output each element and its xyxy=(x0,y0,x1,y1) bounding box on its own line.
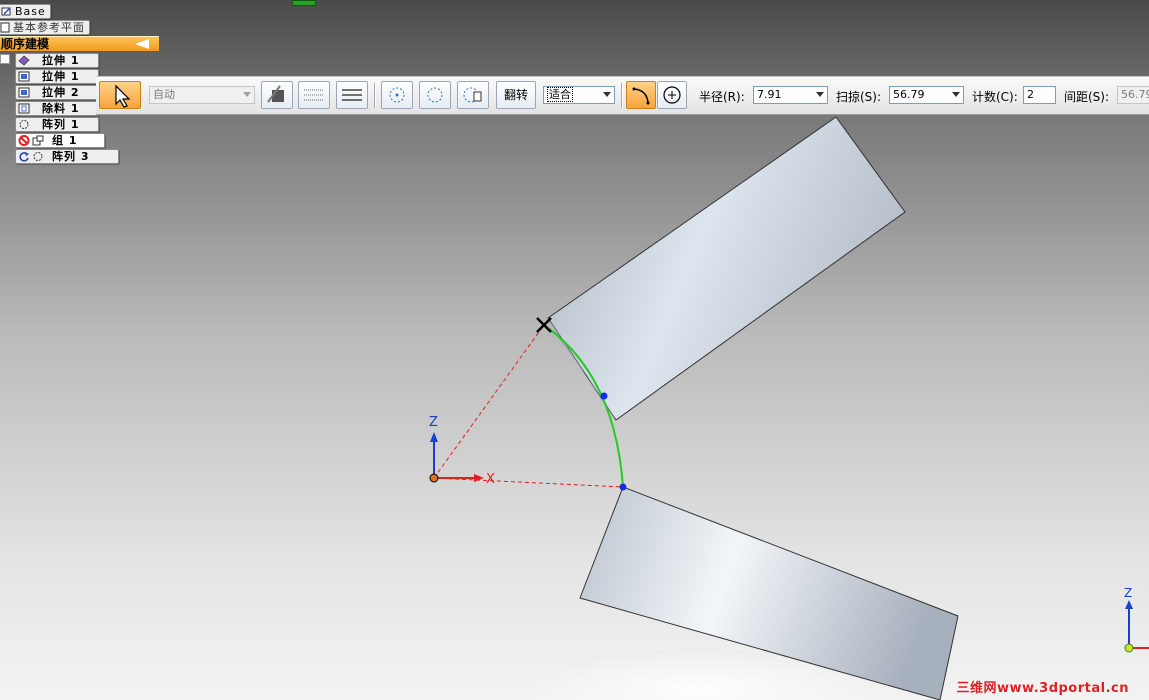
spacing-value: 56.79 xyxy=(1121,88,1149,101)
flip-button[interactable]: 翻转 xyxy=(496,81,536,109)
cursor-arrow-icon xyxy=(115,84,131,108)
count-value: 2 xyxy=(1027,88,1034,101)
chevron-down-icon xyxy=(243,92,251,97)
arc-mid-point xyxy=(600,392,608,400)
corner-z-arrow xyxy=(1125,600,1133,609)
tree-item-label: 拉伸 1 xyxy=(42,70,80,83)
radius-value: 7.91 xyxy=(757,88,782,101)
circle-pattern-button[interactable] xyxy=(657,81,687,109)
chevron-down-icon xyxy=(603,92,611,97)
cutout-icon xyxy=(18,103,30,114)
extrude-icon xyxy=(18,55,30,66)
rollback-icon xyxy=(18,151,30,162)
tree-item-label: 除料 1 xyxy=(42,102,80,115)
group-icon xyxy=(32,135,44,146)
spacing-label: 间距(S): xyxy=(1064,90,1110,104)
select-mode-value: 自动 xyxy=(153,88,175,101)
tree-ref-plane[interactable]: 基本参考平面 xyxy=(0,20,90,35)
plane-icon xyxy=(0,22,11,33)
tree-ref-plane-label: 基本参考平面 xyxy=(13,21,85,34)
triad-z-label: Z xyxy=(429,415,438,430)
arc-pattern-button[interactable] xyxy=(626,81,656,109)
spacing-field[interactable]: 56.79 xyxy=(1117,86,1149,104)
sweep-label: 扫掠(S): xyxy=(836,90,882,104)
extrude-icon xyxy=(18,71,30,82)
tree-header-sequential[interactable]: 顺序建模 xyxy=(0,36,159,51)
watermark-text: 三维网www.3dportal.cn xyxy=(956,681,1129,696)
arc-end-point xyxy=(619,483,627,491)
tree-item-extrude-1a[interactable]: 拉伸 1 xyxy=(15,53,99,68)
origin-point xyxy=(429,473,439,483)
pattern-icon xyxy=(32,151,44,162)
select-mode-dropdown[interactable]: 自动 xyxy=(149,86,255,104)
fit-option-value: 适合 xyxy=(547,87,573,102)
radius-line-end xyxy=(433,477,624,488)
pattern-option-3-button[interactable] xyxy=(457,81,489,109)
pattern-option-1-button[interactable] xyxy=(381,81,413,109)
tree-item-label: 阵列 3 xyxy=(52,150,90,163)
part-icon xyxy=(1,6,13,17)
tree-item-extrude-2[interactable]: 拉伸 2 xyxy=(15,85,99,100)
sweep-value: 56.79 xyxy=(893,88,925,101)
triad-x-arrow xyxy=(474,474,484,482)
tree-base-label: Base xyxy=(15,5,46,18)
tree-item-pattern-1[interactable]: 阵列 1 xyxy=(15,117,99,132)
flip-button-label: 翻转 xyxy=(503,88,528,102)
circle-plus-icon xyxy=(663,86,681,104)
fill-style-button[interactable] xyxy=(298,81,330,109)
tree-item-cutout-1[interactable]: 除料 1 xyxy=(15,101,99,116)
radius-field[interactable]: 7.91 xyxy=(753,86,828,104)
sketch-icon xyxy=(267,85,284,103)
triad-z-arrow xyxy=(430,432,438,442)
tree-item-label: 阵列 1 xyxy=(42,118,80,131)
tree-header-label: 顺序建模 xyxy=(1,37,50,51)
tree-item-label: 拉伸 2 xyxy=(42,86,80,99)
extrude-icon xyxy=(18,87,30,98)
dot-pattern-icon xyxy=(389,87,405,103)
dot-sheet-icon xyxy=(463,87,482,103)
dot-ring-icon xyxy=(427,87,443,103)
top-marker xyxy=(292,0,316,6)
count-label: 计数(C): xyxy=(972,90,1018,104)
fit-option-dropdown[interactable]: 适合 xyxy=(543,86,615,104)
radius-line-start xyxy=(433,324,545,479)
arc-icon xyxy=(632,87,650,105)
tree-expander[interactable] xyxy=(0,54,10,64)
corner-z-label: Z xyxy=(1124,586,1132,600)
upper-block xyxy=(547,116,906,421)
tree-item-label: 组 1 xyxy=(52,134,78,147)
tree-base[interactable]: Base xyxy=(0,4,51,19)
triad-x-label: X xyxy=(486,472,495,487)
pattern-command-bar: 自动 翻转 适合 半径(R): 7.91 扫掠(S): 56.79 计数(C):… xyxy=(96,76,1149,115)
collapse-arrow-icon[interactable] xyxy=(135,39,149,49)
toolbar-separator xyxy=(374,83,376,108)
count-field[interactable]: 2 xyxy=(1023,86,1056,104)
lines-solid-icon xyxy=(342,89,362,101)
tree-item-label: 拉伸 1 xyxy=(42,54,80,67)
suppressed-icon xyxy=(18,135,30,146)
tree-item-extrude-1b[interactable]: 拉伸 1 xyxy=(15,69,99,84)
tree-item-pattern-3[interactable]: 阵列 3 xyxy=(15,149,119,164)
lines-dotted-icon xyxy=(304,89,324,101)
sketch-button[interactable] xyxy=(261,81,293,109)
corner-origin xyxy=(1124,643,1134,653)
chevron-down-icon xyxy=(952,92,960,97)
pattern-icon xyxy=(18,119,30,130)
line-style-button[interactable] xyxy=(336,81,368,109)
toolbar-separator xyxy=(621,83,623,108)
select-tool-button[interactable] xyxy=(99,81,141,109)
tree-item-group-1[interactable]: 组 1 xyxy=(15,133,105,148)
radius-label: 半径(R): xyxy=(699,90,745,104)
chevron-down-icon xyxy=(816,92,824,97)
sweep-field[interactable]: 56.79 xyxy=(889,86,964,104)
pattern-option-2-button[interactable] xyxy=(419,81,451,109)
